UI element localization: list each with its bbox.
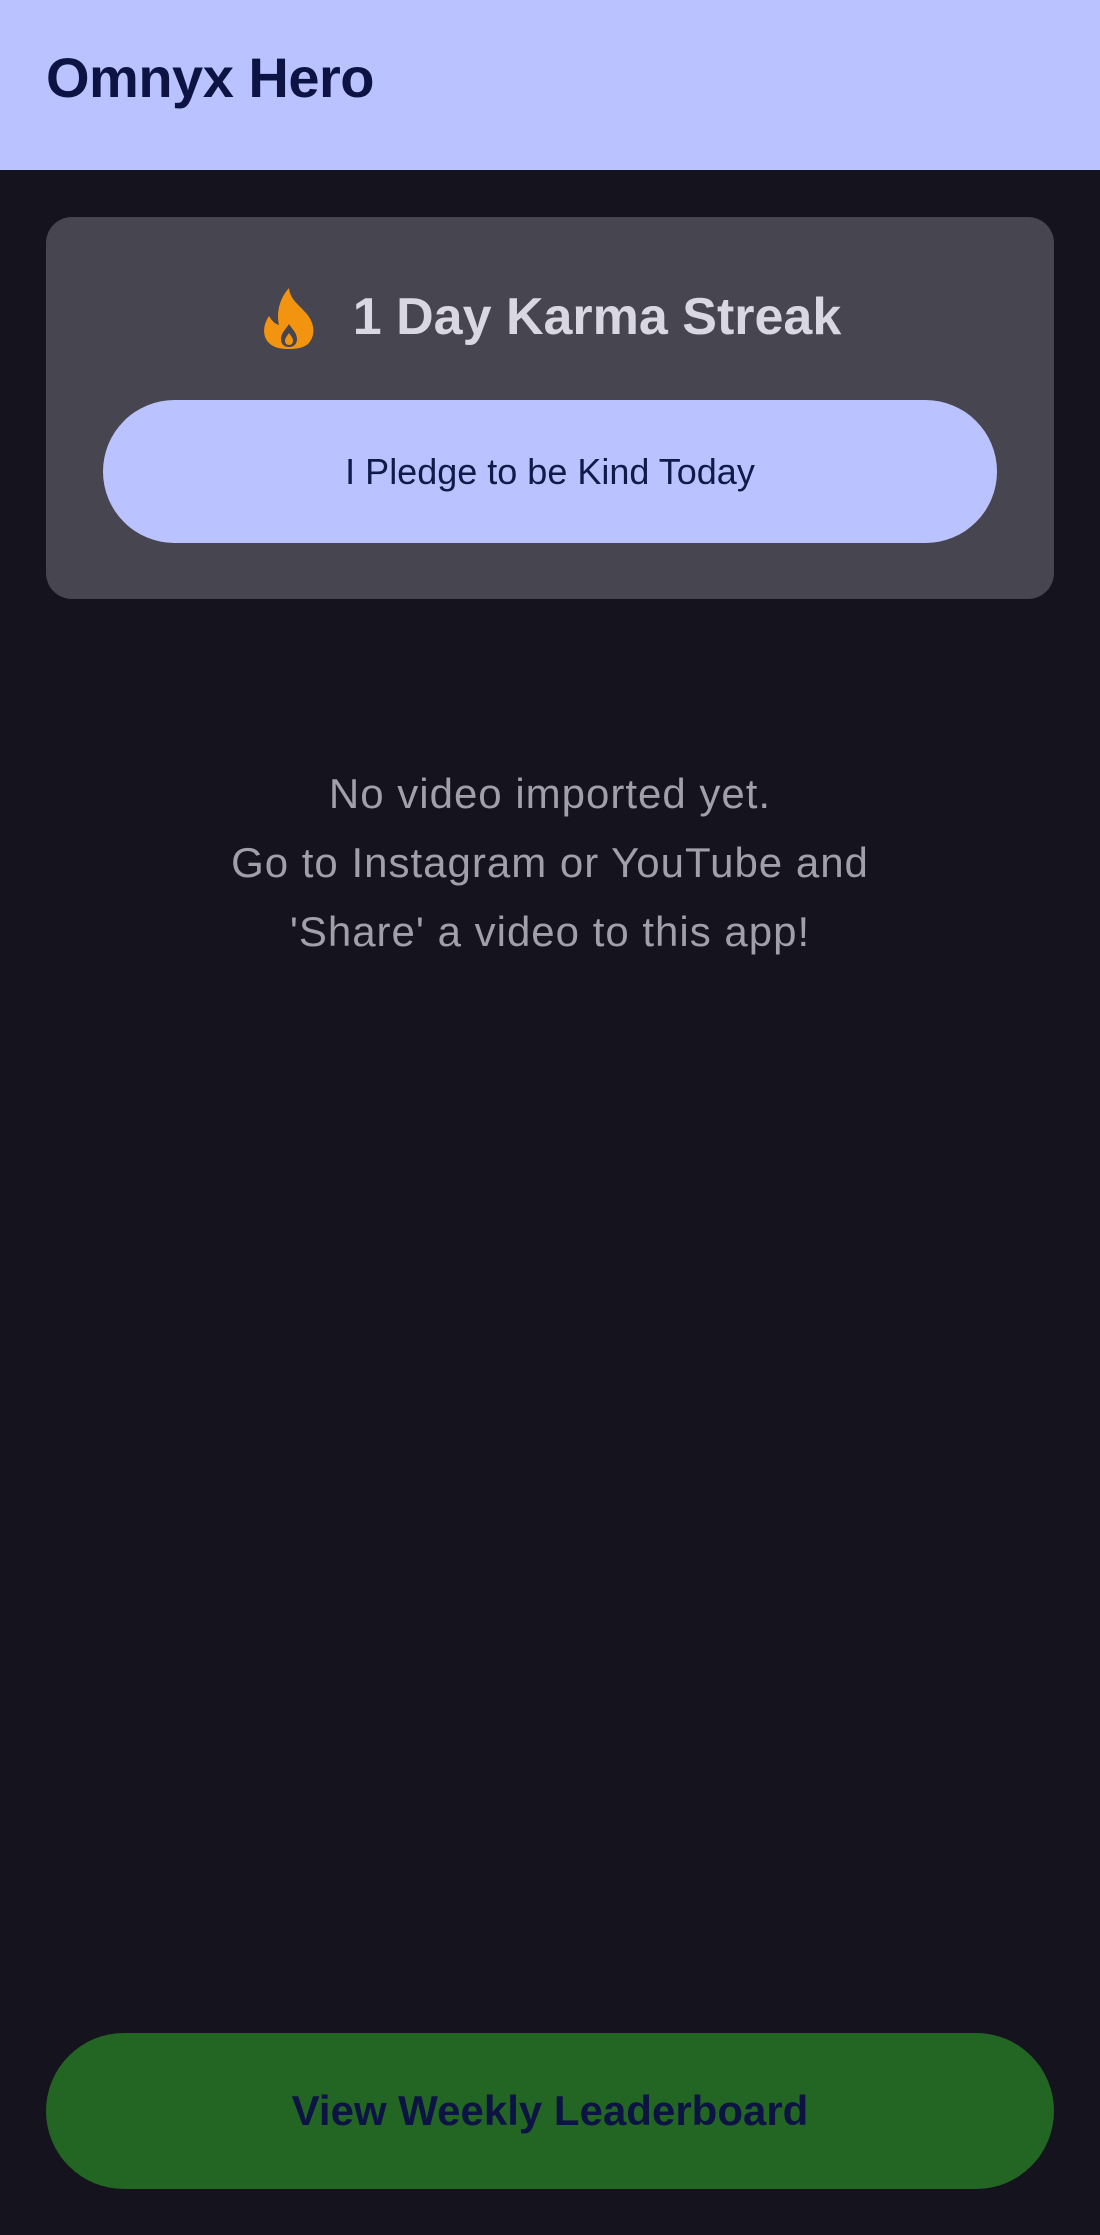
fire-icon <box>263 288 314 349</box>
empty-state-line: 'Share' a video to this app! <box>289 908 811 955</box>
view-leaderboard-button[interactable]: View Weekly Leaderboard <box>46 2033 1054 2189</box>
empty-state-line: No video imported yet. <box>328 770 772 817</box>
empty-state-line: Go to Instagram or YouTube and <box>231 839 869 886</box>
streak-card: 1 Day Karma Streak I Pledge to be Kind T… <box>46 217 1054 599</box>
streak-text: 1 Day Karma Streak <box>352 288 842 346</box>
pledge-button[interactable]: I Pledge to be Kind Today <box>103 400 997 543</box>
empty-state-message: No video imported yet. Go to Instagram o… <box>0 759 1100 966</box>
streak-row: 1 Day Karma Streak <box>46 279 1054 355</box>
app-title: Omnyx Hero <box>46 45 375 109</box>
app-bar: Omnyx Hero <box>0 0 1100 170</box>
